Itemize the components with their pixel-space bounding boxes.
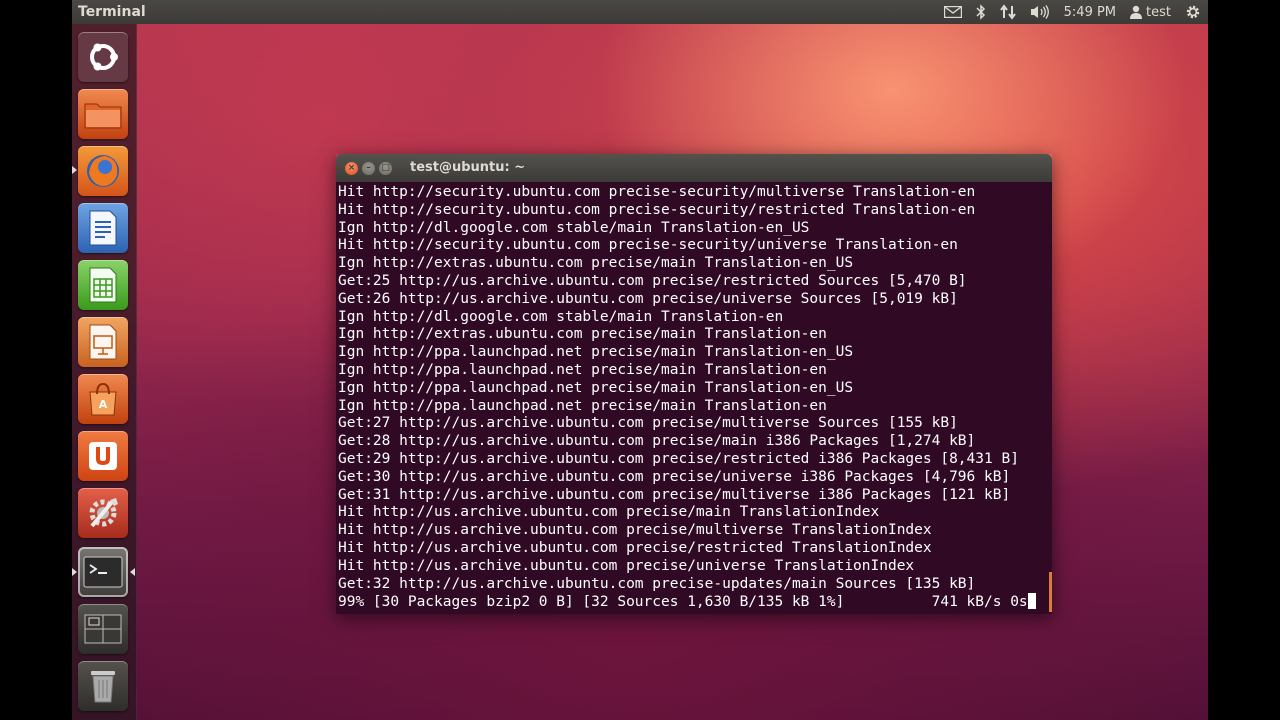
minimize-button[interactable]: – <box>362 161 375 175</box>
trash-icon <box>91 671 115 703</box>
launcher-trash[interactable] <box>78 661 128 711</box>
launcher-software-center[interactable]: A <box>78 374 128 424</box>
terminal-line: Ign http://extras.ubuntu.com precise/mai… <box>338 326 827 343</box>
close-button[interactable]: × <box>345 161 358 175</box>
terminal-line: Get:29 http://us.archive.ubuntu.com prec… <box>338 450 1019 467</box>
close-icon: × <box>347 162 356 173</box>
terminal-titlebar[interactable]: × – □ test@ubuntu: ~ <box>336 154 1052 182</box>
maximize-icon: □ <box>381 162 390 173</box>
terminal-line: Ign http://extras.ubuntu.com precise/mai… <box>338 255 854 272</box>
workspaces-icon <box>84 614 122 644</box>
impress-icon <box>89 324 117 360</box>
clock[interactable]: 5:49 PM <box>1057 0 1123 24</box>
terminal-line: Ign http://ppa.launchpad.net precise/mai… <box>338 344 854 361</box>
top-panel: Terminal 5:49 PM test <box>72 0 1208 24</box>
launcher-calc[interactable] <box>78 260 128 310</box>
volume-icon[interactable] <box>1023 0 1057 24</box>
calc-icon <box>89 267 117 303</box>
terminal-output[interactable]: Hit http://security.ubuntu.com precise-s… <box>336 182 1052 614</box>
terminal-line: Hit http://security.ubuntu.com precise-s… <box>338 237 958 254</box>
terminal-text: Hit http://security.ubuntu.com precise-s… <box>338 184 1036 611</box>
terminal-cursor <box>1027 593 1036 610</box>
settings-icon <box>89 498 118 528</box>
terminal-line: Get:27 http://us.archive.ubuntu.com prec… <box>338 415 958 432</box>
launcher-home-folder[interactable] <box>78 89 128 139</box>
bluetooth-icon[interactable] <box>969 0 993 24</box>
maximize-button[interactable]: □ <box>379 161 392 175</box>
ubuntu-one-icon <box>89 442 117 470</box>
launcher-system-settings[interactable] <box>78 488 128 538</box>
folder-icon <box>84 103 122 129</box>
terminal-window[interactable]: × – □ test@ubuntu: ~ Hit http://security… <box>336 154 1052 614</box>
shopping-bag-icon: A <box>89 382 117 416</box>
terminal-line: Hit http://us.archive.ubuntu.com precise… <box>338 539 932 556</box>
terminal-line: Get:32 http://us.archive.ubuntu.com prec… <box>338 575 976 592</box>
user-menu[interactable]: test <box>1123 0 1178 24</box>
terminal-line: Hit http://us.archive.ubuntu.com precise… <box>338 504 880 521</box>
terminal-line: Hit http://security.ubuntu.com precise-s… <box>338 184 976 200</box>
terminal-line: Get:31 http://us.archive.ubuntu.com prec… <box>338 486 1011 503</box>
terminal-line: Hit http://us.archive.ubuntu.com precise… <box>338 557 915 574</box>
launcher-impress[interactable] <box>78 317 128 367</box>
ubuntu-logo-icon <box>90 43 118 71</box>
terminal-scrollbar[interactable] <box>1049 572 1052 612</box>
terminal-icon <box>83 556 123 588</box>
terminal-line: Get:30 http://us.archive.ubuntu.com prec… <box>338 468 1011 485</box>
terminal-line: Hit http://us.archive.ubuntu.com precise… <box>338 522 932 539</box>
terminal-title: test@ubuntu: ~ <box>410 160 526 175</box>
terminal-line: Hit http://security.ubuntu.com precise-s… <box>338 201 976 218</box>
terminal-line: Ign http://dl.google.com stable/main Tra… <box>338 219 810 236</box>
running-indicator <box>72 166 77 174</box>
launcher-ubuntu-one[interactable] <box>78 431 128 481</box>
user-icon <box>1130 5 1143 19</box>
terminal-line: Get:28 http://us.archive.ubuntu.com prec… <box>338 433 976 450</box>
terminal-line: Ign http://ppa.launchpad.net precise/mai… <box>338 379 854 396</box>
launcher: A <box>72 24 137 720</box>
desktop: Terminal 5:49 PM test A × – □ test@ubunt… <box>72 0 1208 720</box>
indicator-area: 5:49 PM test <box>937 0 1208 24</box>
launcher-writer[interactable] <box>78 203 128 253</box>
svg-text:A: A <box>99 398 108 411</box>
gear-icon[interactable] <box>1178 0 1208 24</box>
terminal-line: Get:26 http://us.archive.ubuntu.com prec… <box>338 290 958 307</box>
active-app-title: Terminal <box>78 4 146 20</box>
mail-icon[interactable] <box>937 0 969 24</box>
terminal-line: Ign http://ppa.launchpad.net precise/mai… <box>338 361 827 378</box>
network-icon[interactable] <box>993 0 1023 24</box>
launcher-firefox[interactable] <box>78 146 128 196</box>
launcher-dash-button[interactable] <box>78 32 128 82</box>
writer-icon <box>89 210 117 246</box>
launcher-terminal[interactable] <box>78 547 128 597</box>
terminal-line: Ign http://ppa.launchpad.net precise/mai… <box>338 397 827 414</box>
focused-indicator <box>130 568 135 576</box>
firefox-icon <box>87 155 119 187</box>
launcher-workspace-switcher[interactable] <box>78 604 128 654</box>
running-indicator <box>72 568 77 576</box>
terminal-line: Get:25 http://us.archive.ubuntu.com prec… <box>338 272 967 289</box>
terminal-line: Ign http://dl.google.com stable/main Tra… <box>338 308 784 325</box>
user-name: test <box>1146 4 1171 20</box>
progress-text: 99% [30 Packages bzip2 0 B] [32 Sources … <box>338 594 1028 611</box>
terminal-progress-line: 99% [30 Packages bzip2 0 B] [32 Sources … <box>338 593 1036 611</box>
minimize-icon: – <box>366 162 371 173</box>
